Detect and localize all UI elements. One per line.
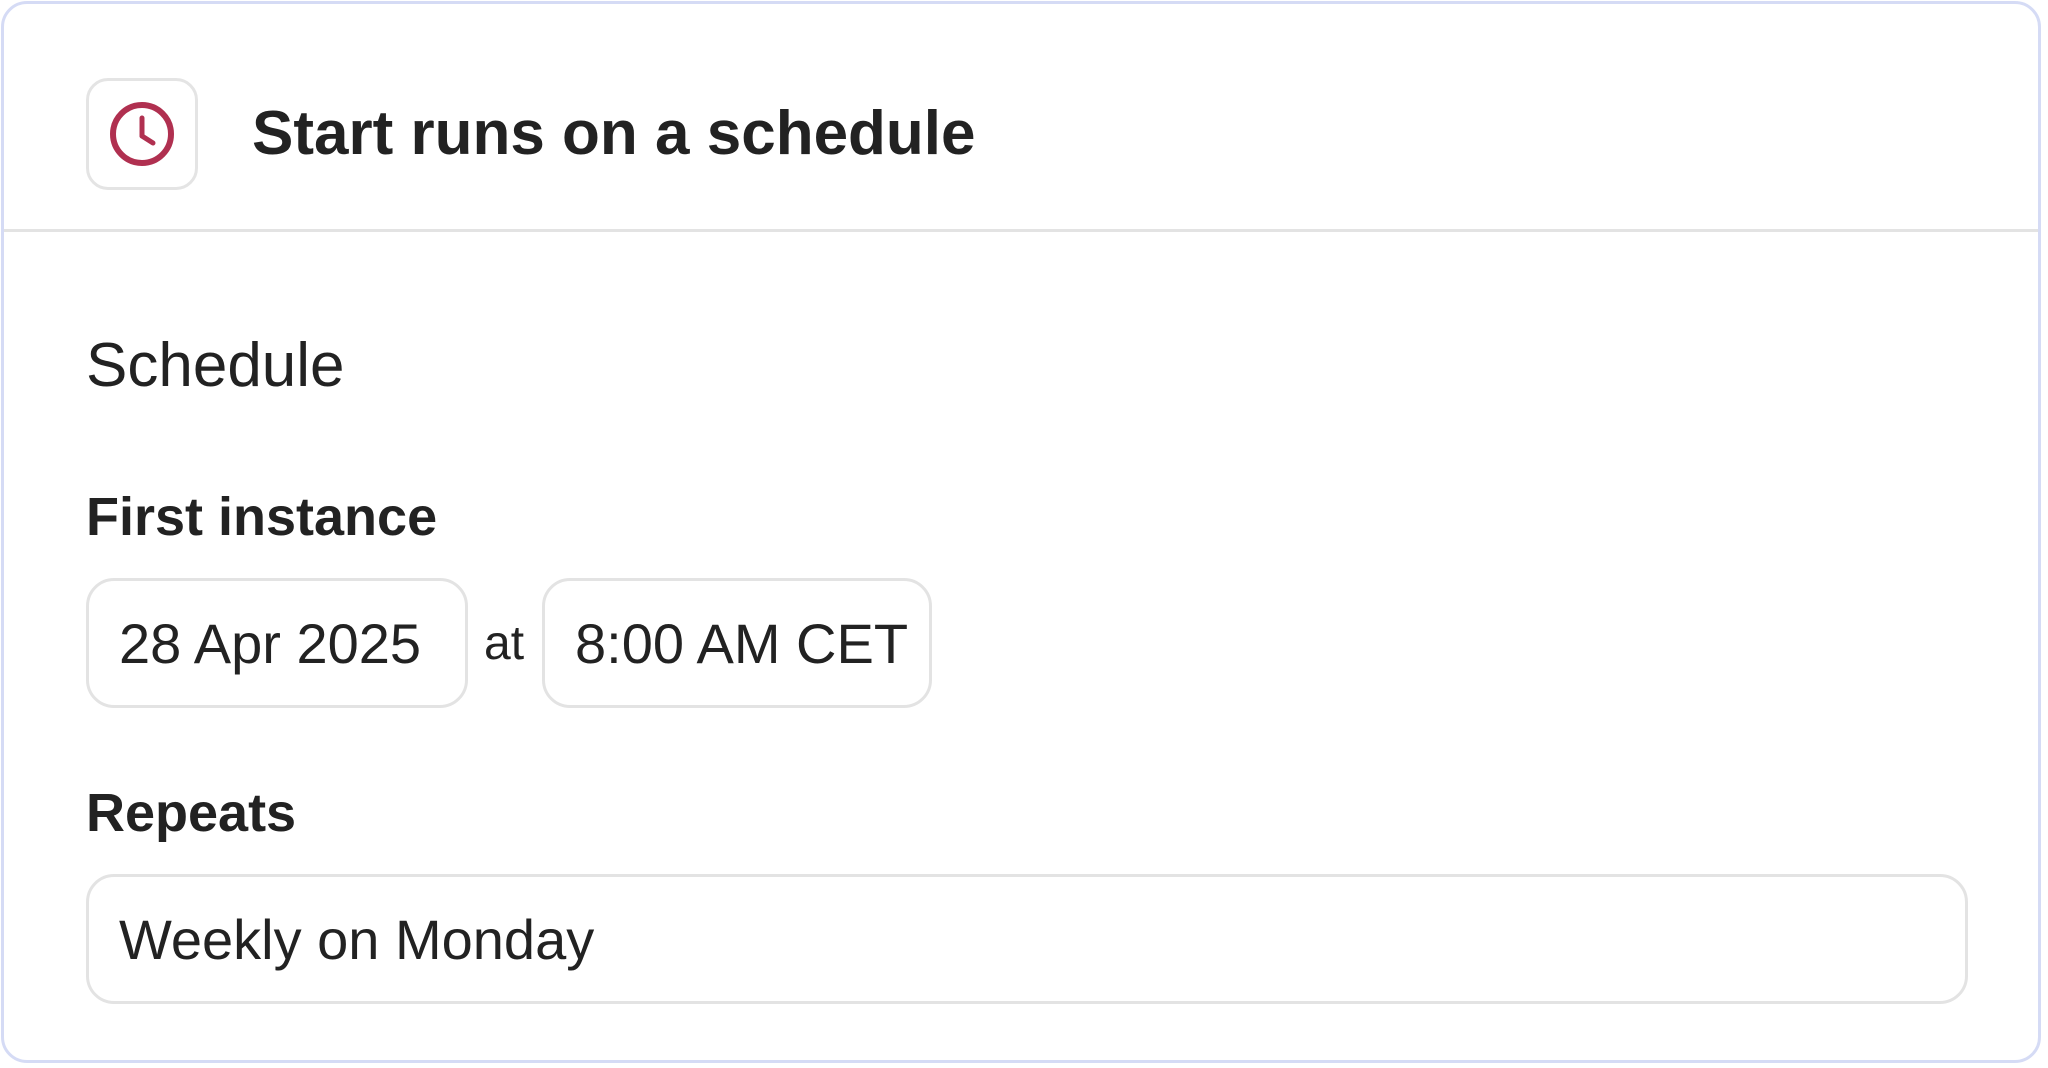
card-title: Start runs on a schedule bbox=[252, 99, 976, 168]
card-header: Start runs on a schedule bbox=[4, 4, 2038, 232]
first-instance-label: First instance bbox=[86, 487, 438, 547]
section-title-schedule: Schedule bbox=[86, 331, 345, 400]
at-connector-text: at bbox=[484, 617, 525, 670]
repeats-value: Weekly on Monday bbox=[119, 907, 595, 971]
clock-icon-box bbox=[86, 78, 198, 190]
schedule-card: Start runs on a schedule Schedule First … bbox=[1, 1, 2041, 1063]
clock-icon bbox=[110, 102, 174, 166]
repeats-label: Repeats bbox=[86, 783, 297, 843]
date-value: 28 Apr 2025 bbox=[119, 611, 422, 675]
date-field[interactable]: 28 Apr 2025 bbox=[86, 578, 468, 708]
time-field[interactable]: 8:00 AM CET bbox=[542, 578, 932, 708]
repeats-select[interactable]: Weekly on Monday bbox=[86, 874, 1968, 1004]
time-value: 8:00 AM CET bbox=[575, 611, 909, 675]
